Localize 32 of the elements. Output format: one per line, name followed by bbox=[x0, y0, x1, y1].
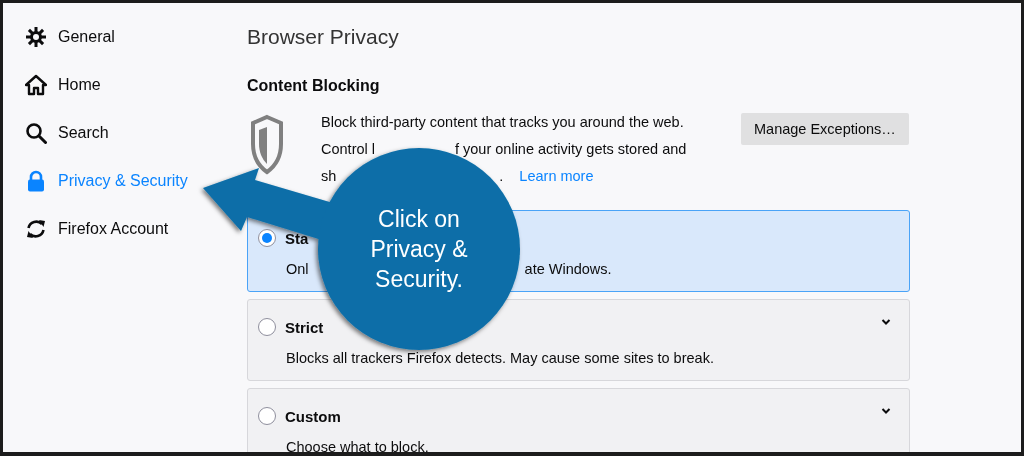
lock-icon bbox=[25, 170, 47, 192]
description-text: sh bbox=[321, 167, 337, 186]
search-icon bbox=[25, 122, 47, 144]
option-description: Onl bbox=[286, 261, 309, 277]
home-icon bbox=[25, 74, 47, 96]
shield-icon bbox=[250, 114, 284, 176]
manage-exceptions-button[interactable]: Manage Exceptions… bbox=[741, 113, 909, 145]
sidebar-item[interactable]: Home bbox=[25, 61, 101, 109]
callout-text: Click on Privacy & Security. bbox=[369, 205, 469, 294]
page-heading: Browser Privacy bbox=[247, 25, 400, 49]
option-description: Choose what to block. bbox=[286, 439, 429, 452]
sidebar-item[interactable]: Search bbox=[25, 109, 109, 157]
sidebar-item[interactable]: General bbox=[25, 13, 115, 61]
sidebar-item[interactable]: Privacy & Security bbox=[25, 157, 188, 205]
option-description: Blocks all trackers Firefox detects. May cause some sites to break. bbox=[286, 350, 714, 366]
learn-more-link[interactable]: Learn more bbox=[519, 163, 594, 190]
option-title: Sta bbox=[285, 229, 309, 247]
section-title: Content Blocking bbox=[247, 77, 381, 95]
radio-button[interactable] bbox=[258, 407, 276, 425]
radio-button[interactable] bbox=[258, 318, 276, 336]
option-description: ate Windows. bbox=[524, 261, 612, 277]
description-text: Control l bbox=[321, 140, 375, 159]
description-text: Block third-party content that tracks you around the web. bbox=[321, 113, 684, 132]
sidebar-item[interactable]: Firefox Account bbox=[25, 205, 169, 253]
description-text: . bbox=[499, 167, 504, 186]
chevron-icon[interactable] bbox=[881, 318, 891, 326]
radio-button[interactable] bbox=[258, 229, 276, 247]
description-text: f your online activity gets stored and bbox=[455, 140, 687, 159]
sync-icon bbox=[25, 218, 47, 240]
chevron-icon[interactable] bbox=[881, 407, 891, 415]
option-title: Strict bbox=[285, 318, 324, 336]
option-title: Custom bbox=[285, 407, 341, 425]
